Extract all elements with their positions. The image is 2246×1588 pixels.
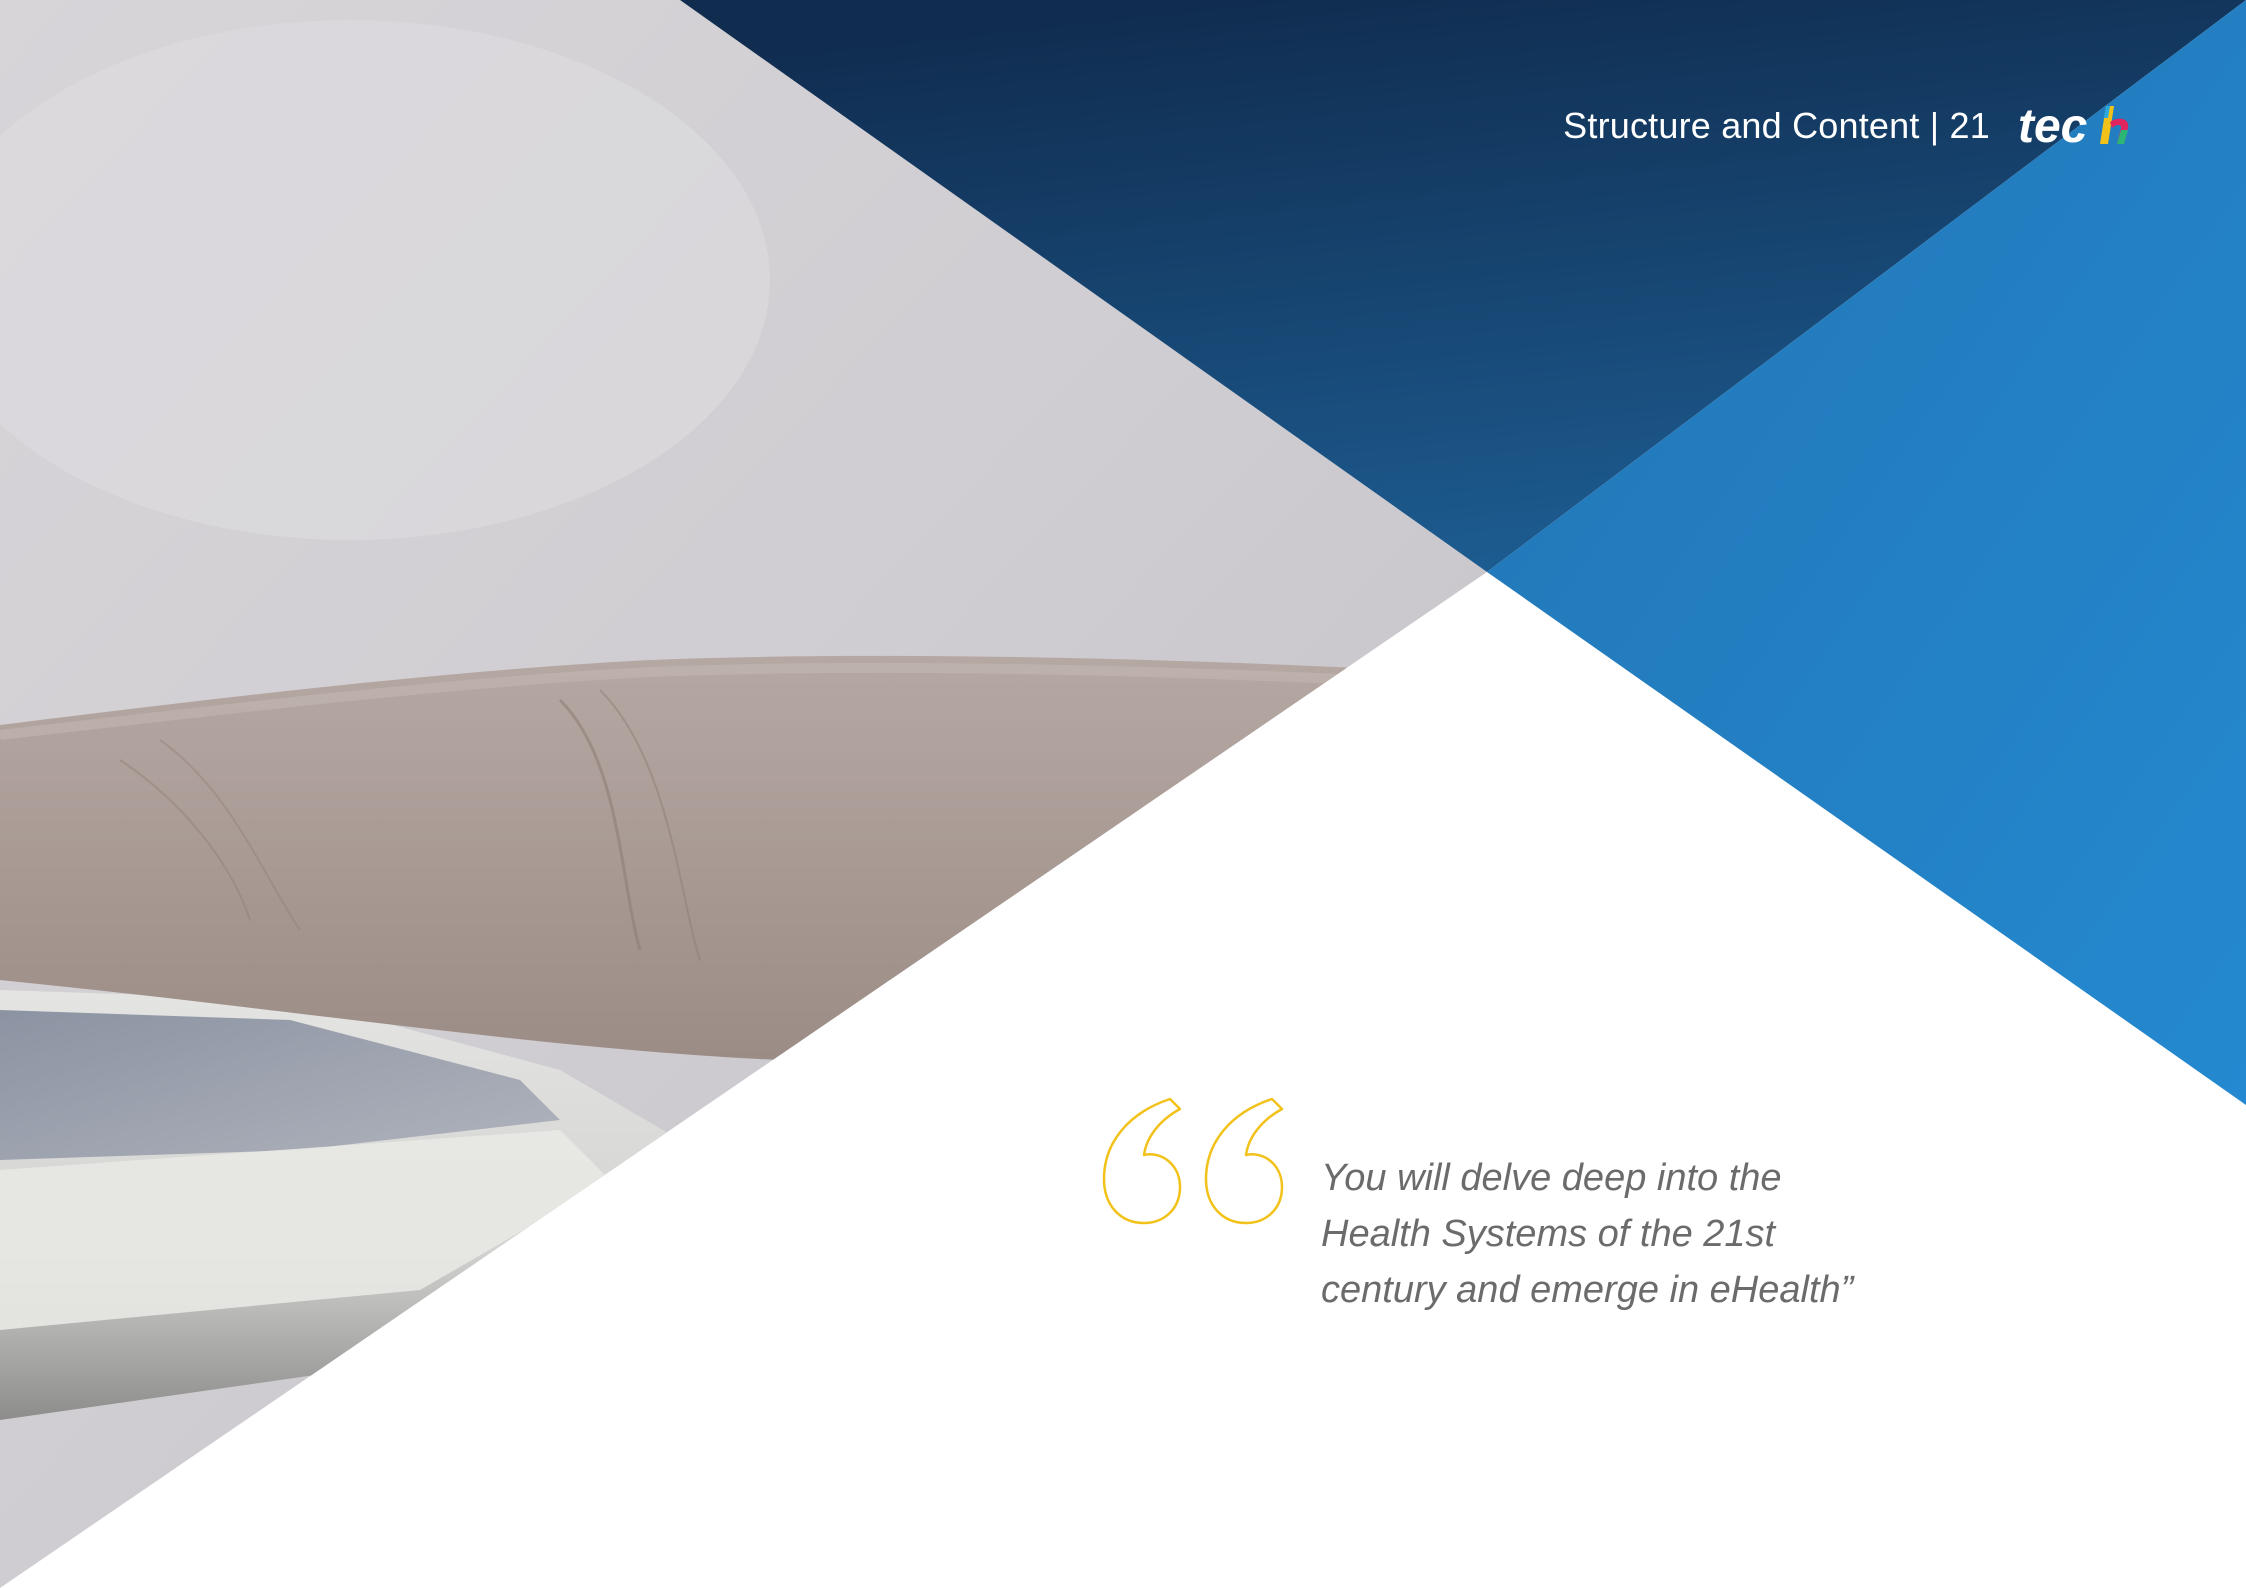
quote-open-icon	[1102, 1097, 1284, 1225]
page-number: 21	[1949, 105, 1990, 146]
section-title: Structure and Content	[1563, 105, 1920, 146]
header-separator: |	[1929, 105, 1940, 146]
background-artwork	[0, 0, 2246, 1588]
quote-line: Health Systems of the 21st	[1321, 1213, 1776, 1255]
section-running-head: Structure and Content | 21	[1563, 105, 1990, 147]
svg-text:tec: tec	[2018, 100, 2087, 152]
quote-line: century and emerge in eHealth”	[1321, 1269, 1854, 1311]
brochure-page: Structure and Content | 21 tec You will …	[0, 0, 2246, 1588]
tech-logo: tec	[2018, 100, 2129, 152]
pull-quote: You will delve deep into the Health Syst…	[1321, 1150, 1941, 1318]
quote-line: You will delve deep into the	[1321, 1157, 1782, 1199]
page-header: Structure and Content | 21 tec	[1563, 100, 2136, 152]
